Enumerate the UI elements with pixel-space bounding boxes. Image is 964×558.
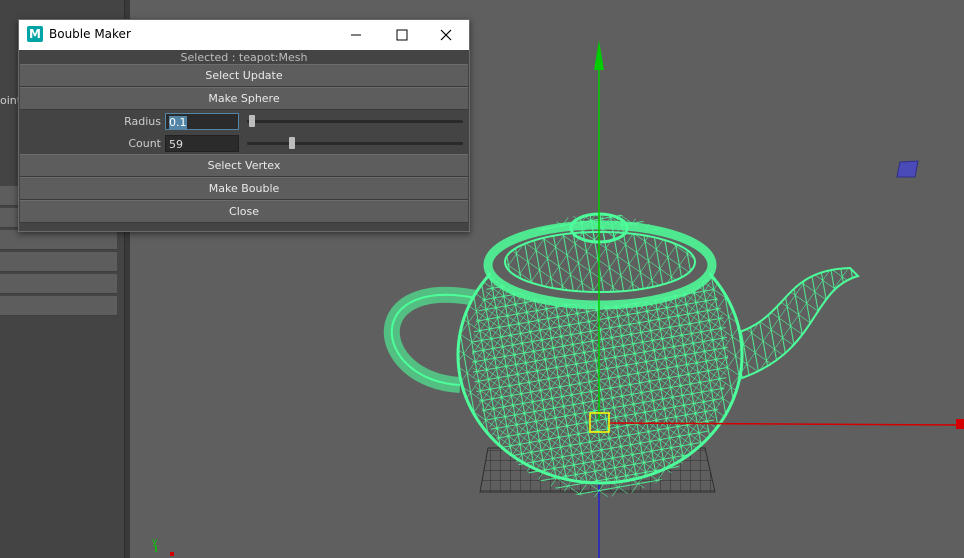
maximize-button[interactable] (379, 20, 425, 50)
minimize-button[interactable] (333, 20, 379, 50)
close-window-button[interactable] (423, 20, 469, 50)
radius-input[interactable]: 0.1 (165, 113, 239, 130)
minimize-icon (351, 34, 361, 36)
count-slider-handle[interactable] (289, 137, 295, 149)
radius-slider-handle[interactable] (249, 115, 256, 127)
x-axis-handle[interactable] (956, 419, 964, 429)
close-button[interactable]: Close (20, 200, 468, 223)
attribute-row[interactable] (0, 296, 117, 316)
count-label: Count (128, 137, 161, 150)
make-bouble-button[interactable]: Make Bouble (20, 177, 468, 200)
y-axis-arrow[interactable] (594, 40, 604, 70)
cube-marker[interactable] (896, 160, 919, 178)
view-axis-x (170, 552, 174, 556)
dialog-title: Bouble Maker (49, 27, 131, 41)
count-input[interactable]: 59 (165, 135, 239, 152)
dialog-titlebar[interactable]: M Bouble Maker (19, 20, 469, 50)
maya-app-icon: M (27, 26, 43, 42)
radius-label: Radius (124, 115, 161, 128)
radius-value: 0.1 (169, 116, 187, 129)
select-vertex-button[interactable]: Select Vertex (20, 154, 468, 177)
attribute-row[interactable] (0, 230, 117, 250)
selected-object-label: Selected : teapot:Mesh (180, 51, 308, 64)
count-slider-track[interactable] (247, 142, 463, 145)
select-update-button[interactable]: Select Update (20, 64, 468, 87)
close-icon (440, 29, 452, 41)
maximize-icon (396, 29, 408, 41)
attribute-row[interactable] (0, 252, 117, 272)
attribute-row[interactable] (0, 274, 117, 294)
make-sphere-button[interactable]: Make Sphere (20, 87, 468, 110)
radius-slider-track[interactable] (247, 120, 463, 123)
view-axis-y-label: y (152, 537, 158, 547)
bouble-maker-dialog: M Bouble Maker Selected : teapot:Mesh Se… (18, 19, 470, 232)
teapot-spout (728, 266, 860, 380)
